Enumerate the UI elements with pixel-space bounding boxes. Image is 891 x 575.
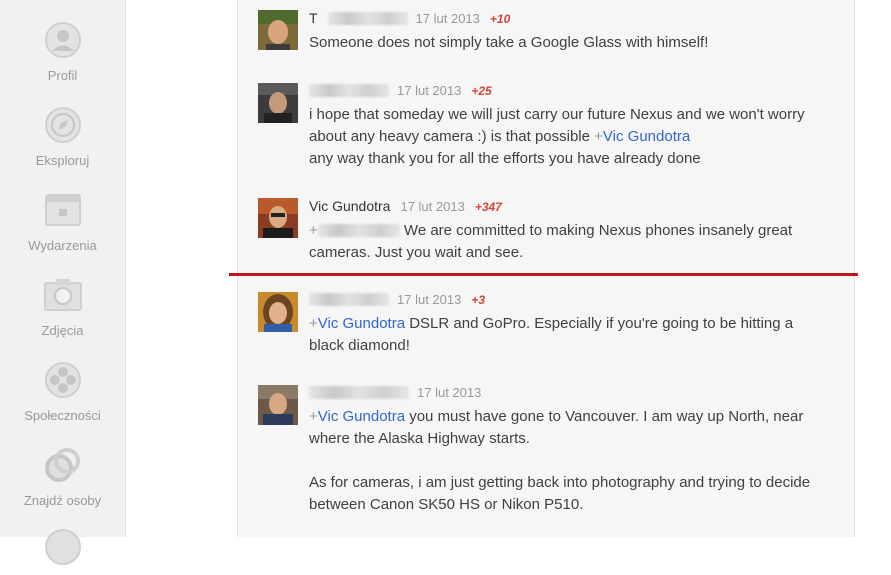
mention-name: Vic Gundotra xyxy=(317,315,406,332)
left-nav-sidebar: Profil Eksploruj Wydarzenia Zdjęcia Społ… xyxy=(0,0,126,565)
comment-author[interactable]: Vic Gundotra xyxy=(309,198,390,214)
mention-link[interactable]: + xyxy=(309,222,400,239)
comment-text: +Vic Gundotra you must have gone to Vanc… xyxy=(309,406,829,516)
nav-item-communities[interactable]: Społeczności xyxy=(0,361,125,423)
plus-one-count[interactable]: +10 xyxy=(490,12,510,26)
nav-label-events: Wydarzenia xyxy=(28,238,97,253)
comment-date[interactable]: 17 lut 2013 xyxy=(417,385,481,400)
comment-text-line: about any heavy camera :) is that possib… xyxy=(309,128,595,145)
avatar[interactable] xyxy=(258,198,298,238)
nav-item-find-people[interactable]: Znajdź osoby xyxy=(0,446,125,508)
nav-label-communities: Społeczności xyxy=(24,408,101,423)
blurred-author-name xyxy=(309,293,389,306)
mention-link[interactable]: +Vic Gundotra xyxy=(594,128,690,145)
nav-label-profile: Profil xyxy=(47,68,78,83)
blurred-mention-name xyxy=(317,224,400,237)
mention-name: Vic Gundotra xyxy=(317,408,406,425)
avatar[interactable] xyxy=(258,83,298,123)
plus-one-count[interactable]: +347 xyxy=(475,200,502,214)
plus-one-count[interactable]: +25 xyxy=(471,84,491,98)
comment-text: i hope that someday we will just carry o… xyxy=(309,104,829,170)
comment-author[interactable]: T xyxy=(309,10,318,26)
comment-date[interactable]: 17 lut 2013 xyxy=(416,11,480,26)
camera-icon xyxy=(43,276,82,314)
circles-icon xyxy=(44,446,82,484)
mention-plus-sign: + xyxy=(309,222,318,239)
comment-date[interactable]: 17 lut 2013 xyxy=(397,292,461,307)
communities-icon xyxy=(44,361,82,399)
nav-item-more[interactable] xyxy=(0,528,125,575)
avatar[interactable] xyxy=(258,10,298,50)
nav-label-explore: Eksploruj xyxy=(35,153,90,168)
comment-date[interactable]: 17 lut 2013 xyxy=(400,199,464,214)
comment-text-paragraph: As for cameras, i am just getting back i… xyxy=(309,474,811,513)
plus-one-count[interactable]: +3 xyxy=(471,293,485,307)
mention-name: Vic Gundotra xyxy=(602,128,691,145)
new-comments-divider xyxy=(229,273,858,276)
profile-icon xyxy=(44,21,82,59)
comment-text: +Vic Gundotra DSLR and GoPro. Especially… xyxy=(309,313,829,357)
blurred-author-name xyxy=(309,386,409,399)
blurred-author-name xyxy=(327,12,408,25)
comment-date[interactable]: 17 lut 2013 xyxy=(397,83,461,98)
more-icon xyxy=(44,528,82,566)
mention-plus-sign: + xyxy=(309,408,318,425)
comments-panel: T 17 lut 2013 +10 Someone does not simply … xyxy=(237,0,855,537)
avatar[interactable] xyxy=(258,385,298,425)
mention-plus-sign: + xyxy=(309,315,318,332)
comment-text: Someone does not simply take a Google Gl… xyxy=(309,34,709,51)
nav-item-profile[interactable]: Profil xyxy=(0,21,125,83)
mention-plus-sign: + xyxy=(594,128,603,145)
comment-text-line: i hope that someday we will just carry o… xyxy=(309,106,805,123)
avatar[interactable] xyxy=(258,292,298,332)
comment-text-line: any way thank you for all the efforts yo… xyxy=(309,150,701,167)
calendar-icon xyxy=(44,191,82,229)
mention-link[interactable]: +Vic Gundotra xyxy=(309,315,405,332)
comment-text: + We are committed to making Nexus phone… xyxy=(309,220,829,264)
nav-item-explore[interactable]: Eksploruj xyxy=(0,106,125,168)
nav-item-events[interactable]: Wydarzenia xyxy=(0,191,125,253)
mention-link[interactable]: +Vic Gundotra xyxy=(309,408,405,425)
blurred-author-name xyxy=(309,84,389,97)
nav-item-photos[interactable]: Zdjęcia xyxy=(0,276,125,338)
compass-icon xyxy=(44,106,82,144)
nav-label-photos: Zdjęcia xyxy=(41,323,84,338)
nav-label-find-people: Znajdź osoby xyxy=(23,493,102,508)
